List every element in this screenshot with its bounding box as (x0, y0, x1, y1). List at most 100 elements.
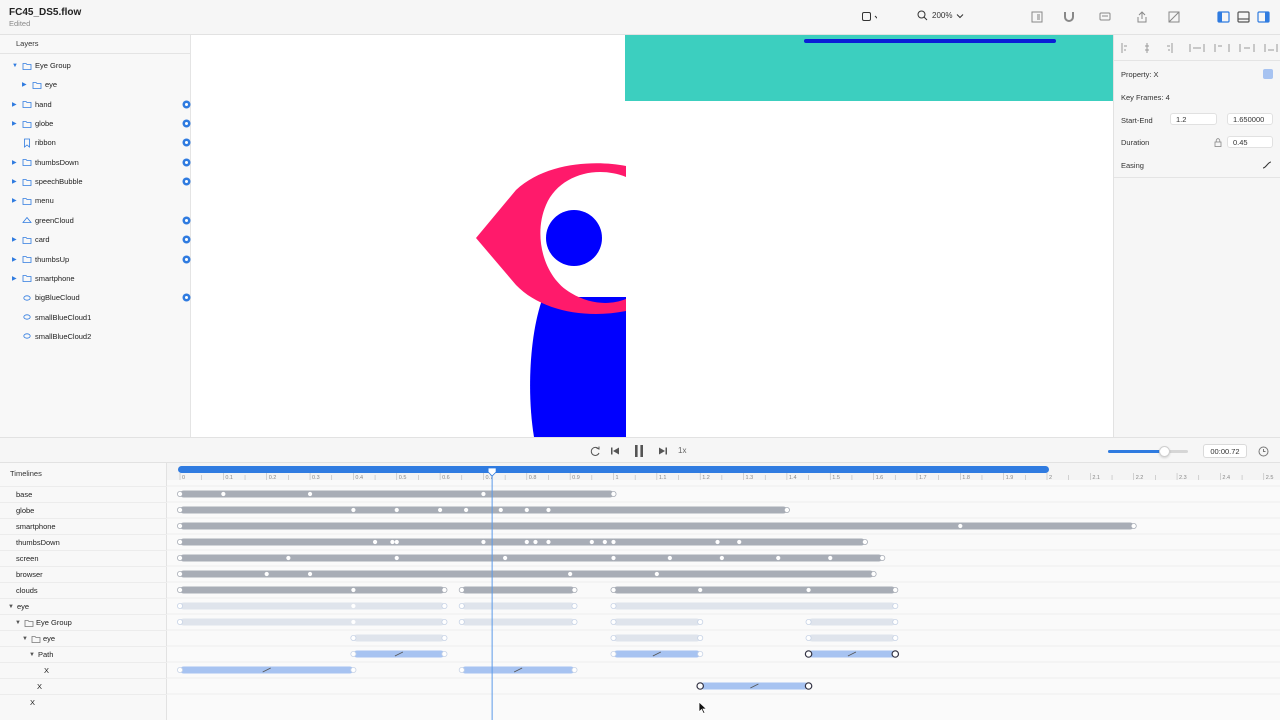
keyframe-end-marker[interactable] (458, 602, 465, 609)
visibility-eye-icon[interactable] (182, 293, 191, 302)
keyframe-marker[interactable] (372, 539, 378, 545)
keyframe-marker[interactable] (546, 507, 551, 513)
layer-item[interactable]: bigBlueCloud (0, 288, 191, 307)
keyframe-end-marker[interactable] (610, 587, 617, 594)
comment-button[interactable] (1097, 9, 1113, 25)
playback-speed[interactable]: 1x (678, 446, 686, 455)
timeline-bar[interactable] (180, 490, 614, 498)
artboard-canvas[interactable] (191, 35, 1113, 437)
keyframe-end-marker[interactable] (804, 682, 813, 690)
end-field[interactable]: 1.650000 (1227, 113, 1273, 125)
keyframe-end-marker[interactable] (441, 618, 448, 625)
keyframe-marker[interactable] (589, 539, 594, 545)
keyframe-marker[interactable] (776, 555, 781, 561)
keyframe-marker[interactable] (602, 539, 607, 545)
keyframe-end-marker[interactable] (610, 618, 617, 625)
timeline-bar[interactable] (180, 570, 874, 578)
timeline-row-label[interactable]: screen (0, 550, 167, 566)
disclosure-down-icon[interactable]: ▼ (22, 636, 28, 642)
toggle-left-panel-button[interactable] (1215, 9, 1231, 25)
keyframe-marker[interactable] (351, 507, 356, 513)
disclosure-right-icon[interactable]: ▶ (12, 178, 20, 185)
keyframe-end-marker[interactable] (176, 618, 183, 625)
disclosure-down-icon[interactable]: ▼ (12, 63, 20, 69)
layer-item[interactable]: ribbon (0, 133, 191, 152)
hand-shape[interactable] (530, 297, 626, 437)
timeline-bar[interactable] (180, 506, 787, 514)
slider-knob[interactable] (1158, 446, 1170, 457)
align-center-icon[interactable] (1145, 43, 1149, 53)
keyframe-marker[interactable] (264, 571, 269, 577)
align-right-icon[interactable] (1167, 43, 1173, 53)
keyframe-marker[interactable] (533, 539, 538, 545)
keyframe-marker[interactable] (498, 507, 503, 513)
keyframe-marker[interactable] (286, 555, 291, 561)
current-time-field[interactable]: 00:00.72 (1203, 444, 1247, 458)
timeline-row-label[interactable]: ▼ eye (0, 598, 167, 614)
blue-bar-shape[interactable] (804, 39, 1056, 43)
layer-item[interactable]: ▶ card (0, 230, 191, 249)
keyframe-marker[interactable] (654, 571, 659, 577)
keyframe-marker[interactable] (611, 539, 616, 545)
keyframe-marker[interactable] (546, 539, 551, 545)
easing-curve-icon[interactable] (1261, 160, 1273, 170)
visibility-eye-icon[interactable] (182, 216, 191, 225)
layer-item[interactable]: ▶ speechBubble (0, 172, 191, 191)
disclosure-down-icon[interactable]: ▼ (15, 620, 21, 626)
timeline-row-label[interactable]: thumbsDown (0, 534, 167, 550)
property-color-swatch[interactable] (1263, 69, 1273, 79)
timeline-row-label[interactable]: globe (0, 502, 167, 518)
loop-button[interactable] (589, 445, 601, 457)
timeline-bar[interactable] (353, 634, 445, 642)
disclosure-right-icon[interactable]: ▶ (22, 81, 30, 88)
keyframe-end-marker[interactable] (458, 587, 465, 594)
align-top-icon[interactable] (1214, 44, 1230, 52)
keyframe-marker[interactable] (394, 539, 399, 545)
timeline-bar[interactable] (461, 586, 575, 594)
keyframe-end-marker[interactable] (892, 618, 899, 625)
visibility-eye-icon[interactable] (182, 119, 191, 128)
disclosure-right-icon[interactable]: ▶ (12, 256, 20, 263)
keyframe-marker[interactable] (394, 555, 399, 561)
keyframe-end-marker[interactable] (891, 650, 900, 658)
keyframe-end-marker[interactable] (176, 555, 183, 562)
timeline-row-label[interactable]: smartphone (0, 518, 167, 534)
shape-tool-button[interactable] (861, 9, 877, 25)
align-left-icon[interactable] (1121, 43, 1127, 53)
layer-item[interactable]: ▶ eye (0, 75, 191, 94)
keyframe-marker[interactable] (307, 571, 313, 577)
keyframe-marker[interactable] (351, 619, 356, 625)
keyframe-end-marker[interactable] (697, 650, 704, 657)
disclosure-right-icon[interactable]: ▶ (12, 120, 20, 127)
keyframe-marker[interactable] (503, 555, 508, 561)
keyframe-end-marker[interactable] (696, 682, 705, 690)
work-area-bar[interactable] (178, 466, 1049, 473)
timeline-bar[interactable] (613, 634, 701, 642)
keyframe-end-marker[interactable] (441, 634, 448, 641)
keyframe-end-marker[interactable] (441, 587, 448, 594)
disclosure-right-icon[interactable]: ▶ (12, 159, 20, 166)
disclosure-down-icon[interactable]: ▼ (29, 652, 35, 658)
keyframe-end-marker[interactable] (610, 602, 617, 609)
start-field[interactable]: 1.2 (1170, 113, 1217, 125)
next-frame-button[interactable] (658, 445, 668, 457)
pause-button[interactable] (632, 445, 646, 457)
keyframe-marker[interactable] (611, 555, 616, 561)
keyframe-marker[interactable] (390, 539, 395, 545)
timeline-bar[interactable] (613, 602, 896, 610)
layer-item[interactable]: ▶ smartphone (0, 269, 191, 288)
keyframe-end-marker[interactable] (610, 650, 617, 657)
keyframe-end-marker[interactable] (571, 618, 578, 625)
keyframe-marker[interactable] (715, 539, 720, 545)
keyframe-marker[interactable] (394, 507, 399, 513)
keyframe-end-marker[interactable] (176, 666, 183, 673)
keyframe-end-marker[interactable] (441, 602, 448, 609)
keyframe-end-marker[interactable] (783, 507, 790, 514)
disable-button[interactable] (1166, 9, 1182, 25)
layer-item[interactable]: greenCloud (0, 211, 191, 230)
toggle-right-panel-button[interactable] (1255, 9, 1271, 25)
keyframe-end-marker[interactable] (176, 523, 183, 530)
export-frame-button[interactable] (1029, 9, 1045, 25)
layer-item[interactable]: ▶ thumbsUp (0, 250, 191, 269)
keyframe-marker[interactable] (828, 555, 833, 561)
